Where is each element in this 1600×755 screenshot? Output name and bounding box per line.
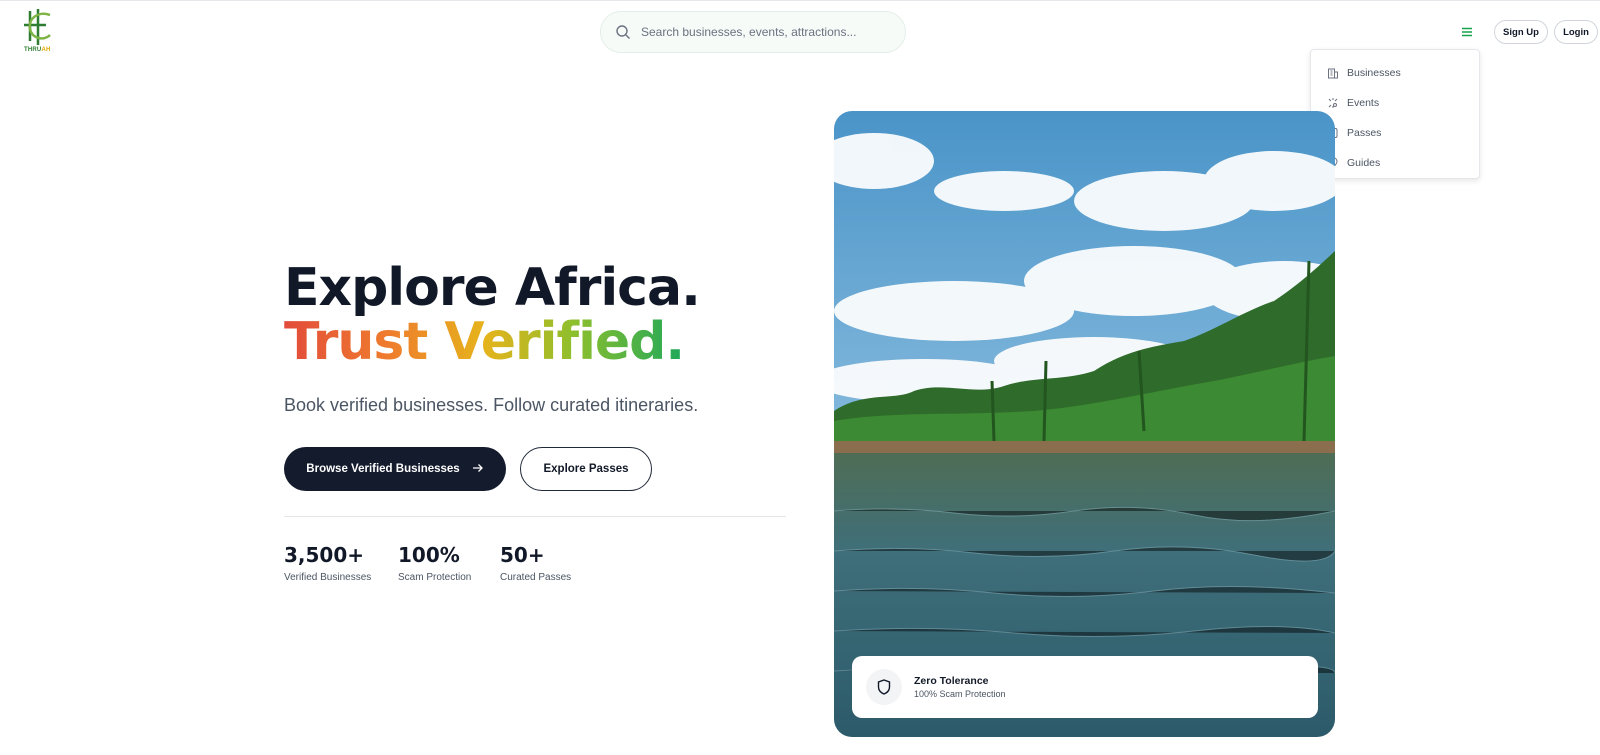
stat-scam-protection: 100% Scam Protection bbox=[398, 543, 471, 583]
page: THRUAH Sign Up Login Businesses Events bbox=[0, 0, 1600, 755]
stat-label: Curated Passes bbox=[500, 572, 572, 583]
building-icon bbox=[1327, 67, 1339, 79]
badge-title: Zero Tolerance bbox=[914, 675, 989, 687]
stat-label: Verified Businesses bbox=[284, 572, 372, 583]
stat-value: 100% bbox=[398, 543, 460, 567]
badge-subtitle: 100% Scam Protection bbox=[914, 689, 1006, 699]
menu-item-businesses[interactable]: Businesses bbox=[1311, 58, 1479, 88]
explore-passes-button[interactable]: Explore Passes bbox=[520, 447, 652, 491]
menu-item-label: Guides bbox=[1347, 157, 1381, 169]
sparkle-icon bbox=[1327, 97, 1339, 109]
login-button[interactable]: Login bbox=[1554, 20, 1598, 44]
search-input[interactable] bbox=[641, 25, 905, 39]
hero-image bbox=[834, 111, 1335, 737]
divider bbox=[284, 516, 786, 517]
menu-toggle-button[interactable] bbox=[1456, 21, 1478, 43]
badge-text: Zero Tolerance 100% Scam Protection bbox=[914, 675, 1006, 699]
hero-title-line1: Explore Africa. bbox=[284, 258, 701, 318]
menu-item-label: Events bbox=[1347, 97, 1380, 109]
stat-verified-businesses: 3,500+ Verified Businesses bbox=[284, 543, 371, 583]
menu-item-passes[interactable]: Passes bbox=[1311, 118, 1479, 148]
hamburger-icon bbox=[1462, 27, 1472, 37]
logo[interactable]: THRUAH bbox=[22, 7, 58, 57]
button-label: Browse Verified Businesses bbox=[306, 463, 460, 475]
zero-tolerance-card: Zero Tolerance 100% Scam Protection bbox=[852, 656, 1318, 718]
shield-icon bbox=[866, 669, 902, 705]
arrow-right-icon bbox=[472, 463, 484, 476]
search-icon bbox=[615, 24, 631, 40]
stat-value: 50+ bbox=[500, 543, 545, 567]
hero-subtitle: Book verified businesses. Follow curated… bbox=[284, 395, 699, 415]
browse-verified-businesses-button[interactable]: Browse Verified Businesses bbox=[284, 447, 506, 491]
menu-item-label: Businesses bbox=[1347, 67, 1401, 79]
search-bar[interactable] bbox=[600, 11, 906, 53]
stat-label: Scam Protection bbox=[398, 572, 472, 583]
sign-up-button[interactable]: Sign Up bbox=[1494, 20, 1548, 44]
stat-value: 3,500+ bbox=[284, 543, 365, 567]
menu-item-guides[interactable]: Guides bbox=[1311, 148, 1479, 178]
menu-item-label: Passes bbox=[1347, 127, 1382, 139]
stat-curated-passes: 50+ Curated Passes bbox=[500, 543, 571, 583]
hero-title-line2: Trust Verified. bbox=[284, 312, 685, 372]
logo-mark bbox=[24, 9, 51, 45]
menu-item-events[interactable]: Events bbox=[1311, 88, 1479, 118]
nav-dropdown-menu: Businesses Events Passes Guides bbox=[1310, 49, 1480, 179]
logo-wordmark: THRUAH bbox=[24, 47, 51, 53]
